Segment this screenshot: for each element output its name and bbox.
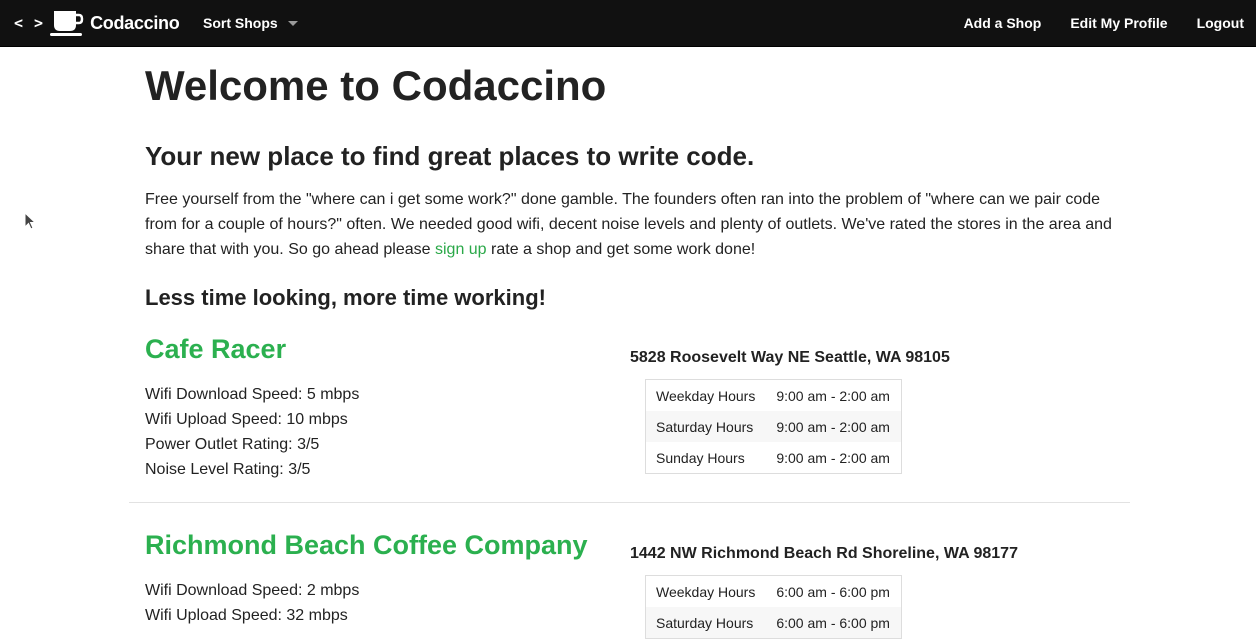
logout-link[interactable]: Logout [1197,15,1244,31]
nav-right-links: Add a Shop Edit My Profile Logout [935,0,1244,46]
top-navbar: < > Codaccino Sort Shops Add a Shop Edit… [0,0,1256,47]
hours-label: Weekday Hours [656,583,756,600]
intro-text-after: rate a shop and get some work done! [486,241,756,258]
hours-row: Sunday Hours 9:00 am - 2:00 am [646,442,902,474]
shop-address: 5828 Roosevelt Way NE Seattle, WA 98105 [630,349,950,366]
caret-down-icon [287,20,298,26]
mouse-cursor-icon [24,212,36,230]
wifi-download-stat: Wifi Download Speed: 5 mbps [145,386,360,403]
power-outlet-stat: Power Outlet Rating: 3/5 [145,436,320,453]
edit-profile-link[interactable]: Edit My Profile [1070,15,1167,31]
hours-label: Weekday Hours [656,387,756,404]
brand-link[interactable]: < > Codaccino [14,0,180,46]
hours-value: 6:00 am - 6:00 pm [766,607,902,639]
wifi-upload-stat: Wifi Upload Speed: 10 mbps [145,411,348,428]
shop-divider [129,502,1130,503]
wifi-upload-stat: Wifi Upload Speed: 32 mbps [145,607,348,624]
sign-up-link[interactable]: sign up [435,241,487,258]
page-subtitle: Your new place to find great places to w… [145,141,755,171]
add-shop-link[interactable]: Add a Shop [964,15,1042,31]
hours-row: Saturday Hours 6:00 am - 6:00 pm [645,607,902,639]
hours-row: Saturday Hours 9:00 am - 2:00 am [645,411,902,442]
hours-label: Sunday Hours [656,449,745,466]
shop-stats: Wifi Download Speed: 5 mbps Wifi Upload … [145,382,359,482]
hours-value: 9:00 am - 2:00 am [776,449,890,466]
hours-value: 6:00 am - 6:00 pm [776,583,890,600]
brand-name: Codaccino [90,12,180,33]
hours-value: 9:00 am - 2:00 am [776,387,890,404]
page-title: Welcome to Codaccino [145,62,607,109]
shop-stats: Wifi Download Speed: 2 mbps Wifi Upload … [145,578,359,628]
hours-label: Saturday Hours [645,607,767,639]
noise-level-stat: Noise Level Rating: 3/5 [145,461,311,478]
coffee-cup-icon [50,11,84,36]
sort-shops-dropdown[interactable]: Sort Shops [203,0,298,46]
code-icon: < > [14,14,45,32]
wifi-download-stat: Wifi Download Speed: 2 mbps [145,582,360,599]
shop-name-link[interactable]: Richmond Beach Coffee Company [145,530,588,561]
shop-name-link[interactable]: Cafe Racer [145,334,286,365]
shop-address: 1442 NW Richmond Beach Rd Shoreline, WA … [630,545,1018,562]
hours-row: Weekday Hours 6:00 am - 6:00 pm [646,576,902,608]
sort-shops-label: Sort Shops [203,15,278,31]
hours-table: Weekday Hours 9:00 am - 2:00 am Saturday… [645,379,902,474]
intro-paragraph: Free yourself from the "where can i get … [145,187,1130,262]
hours-value: 9:00 am - 2:00 am [766,411,902,442]
hours-table: Weekday Hours 6:00 am - 6:00 pm Saturday… [645,575,902,639]
section-heading: Less time looking, more time working! [145,285,546,310]
hours-label: Saturday Hours [645,411,767,442]
hours-row: Weekday Hours 9:00 am - 2:00 am [646,380,902,412]
